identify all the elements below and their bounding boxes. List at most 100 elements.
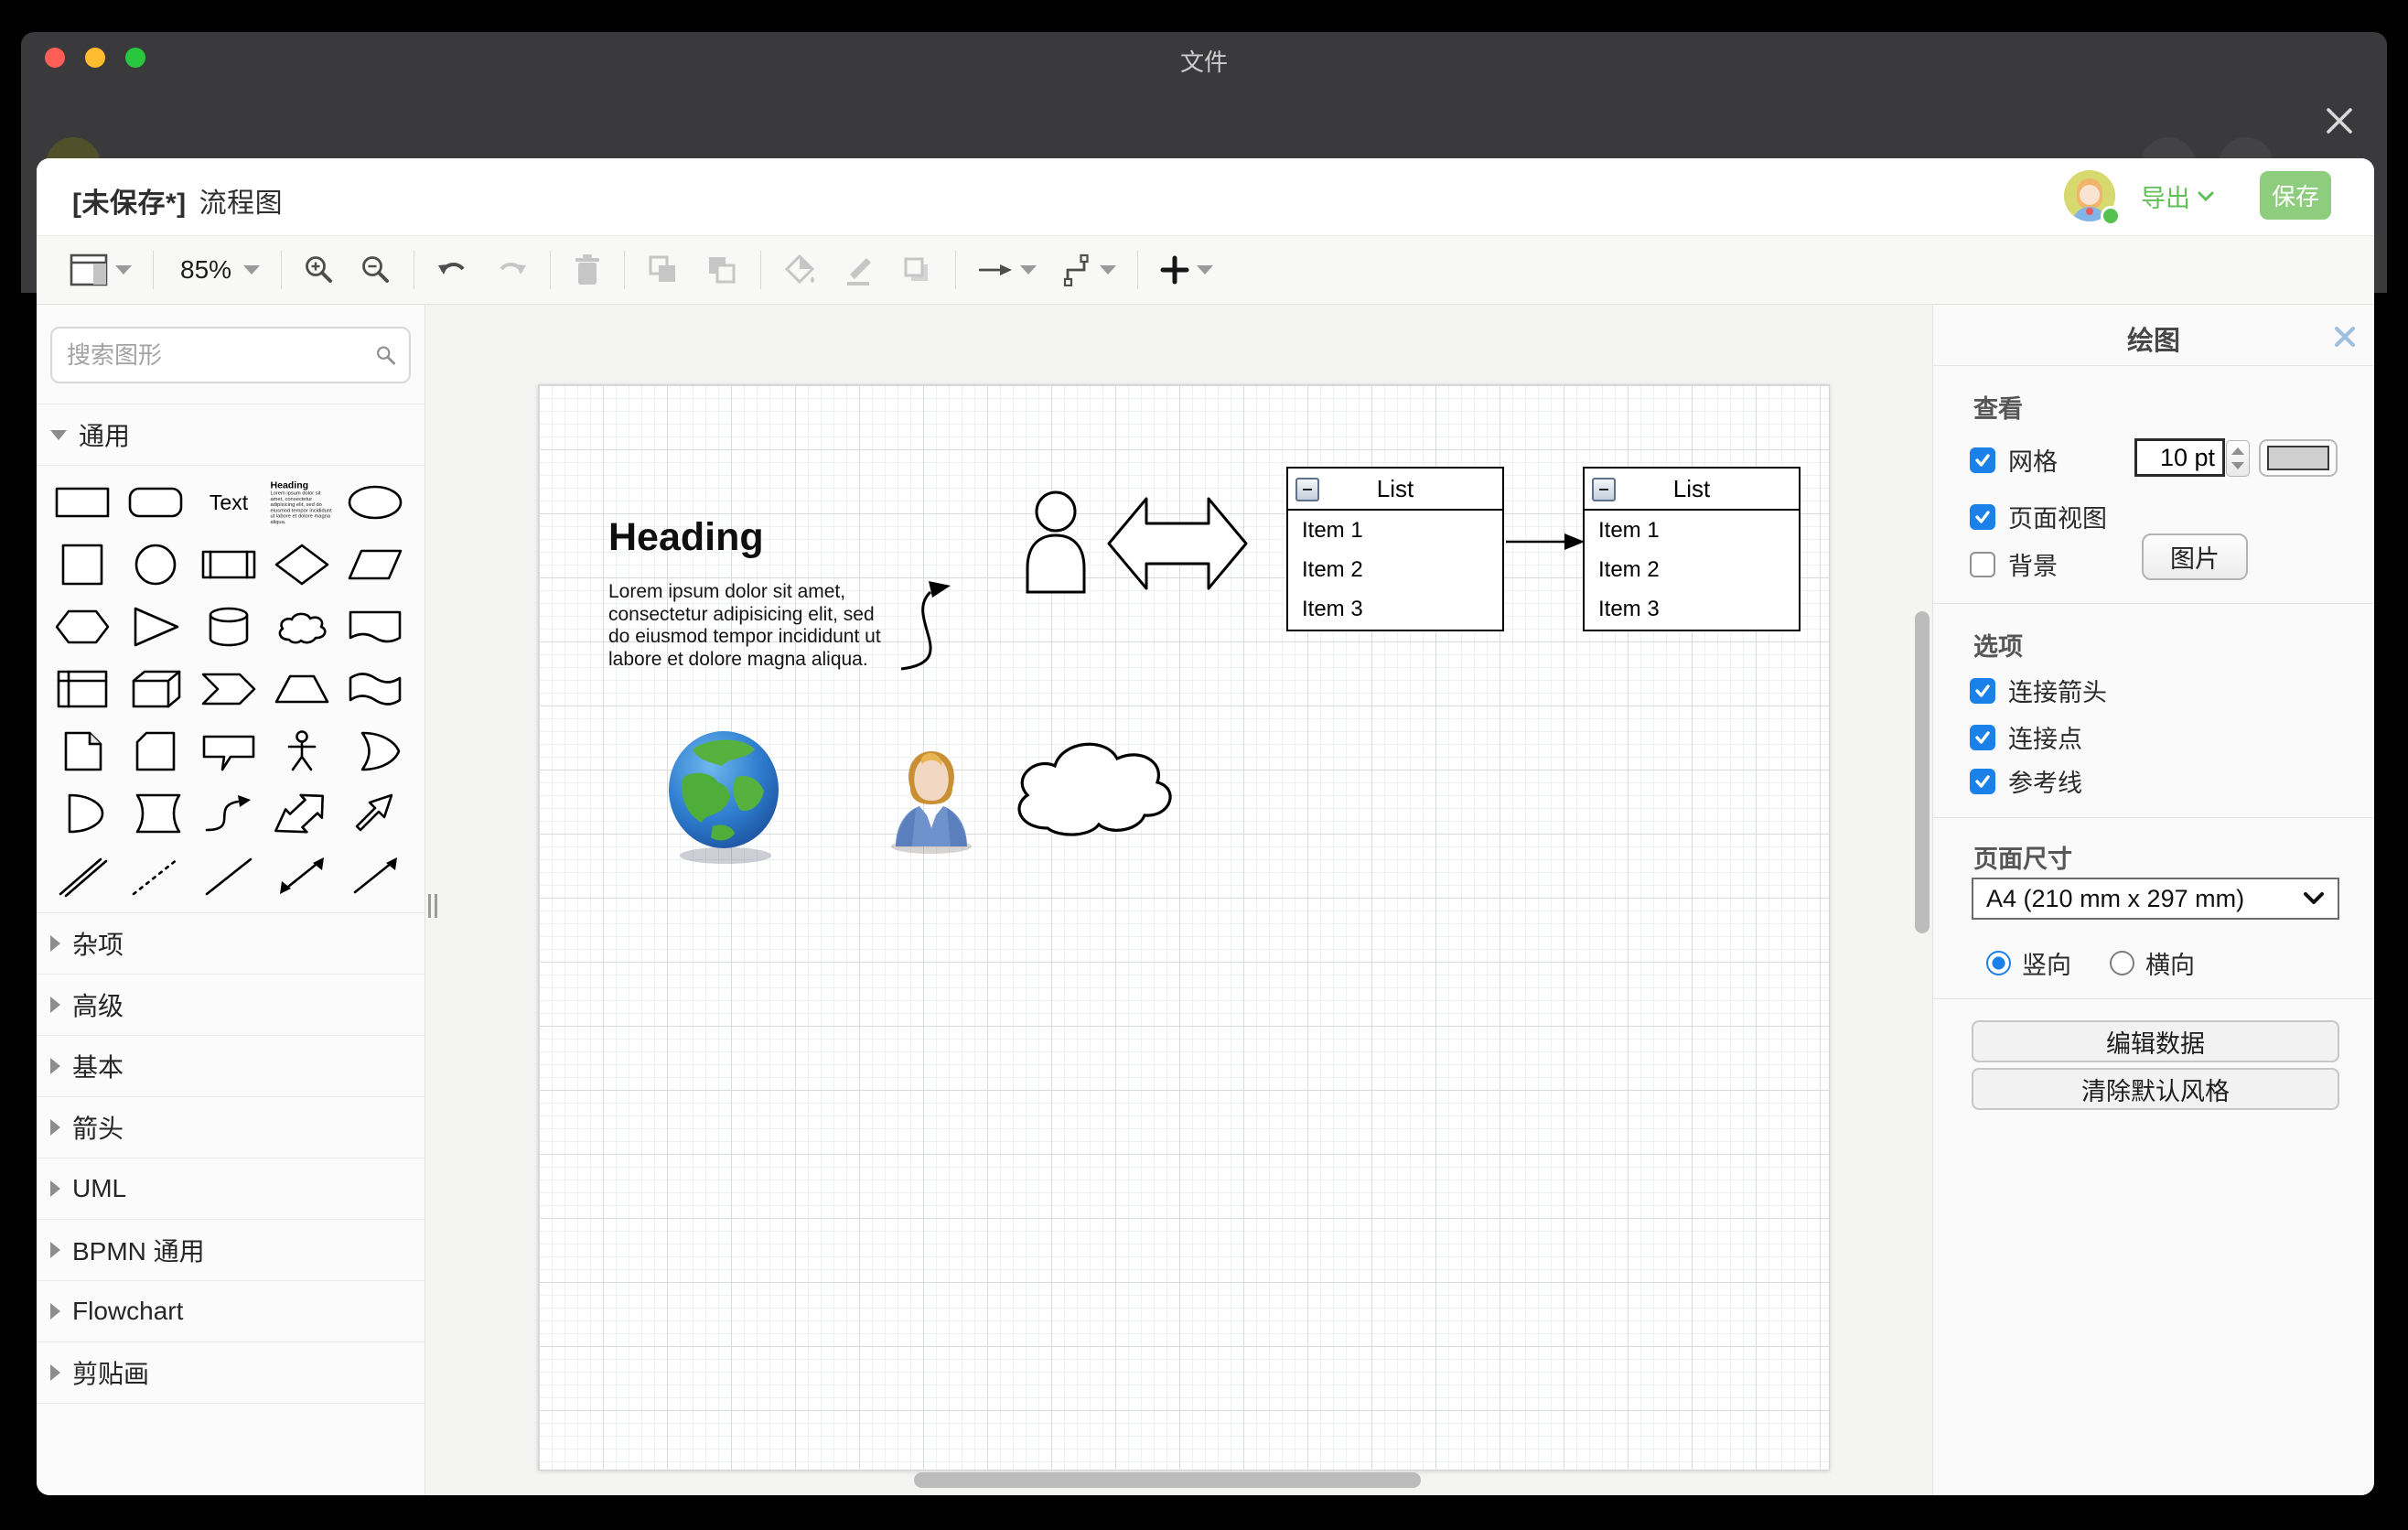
- shape-circle[interactable]: [119, 533, 192, 596]
- list-header[interactable]: List: [1288, 469, 1502, 511]
- sidebar-section-arrows[interactable]: 箭头: [37, 1097, 425, 1158]
- list-item[interactable]: Item 3: [1585, 590, 1799, 630]
- delete-button[interactable]: [560, 244, 615, 296]
- shadow-button[interactable]: [887, 244, 946, 296]
- list-item[interactable]: Item 1: [1585, 511, 1799, 550]
- sidebar-section-misc[interactable]: 杂项: [37, 912, 425, 975]
- canvas-paragraph-text[interactable]: Lorem ipsum dolor sit amet, consectetur …: [608, 581, 881, 671]
- edit-data-button[interactable]: 编辑数据: [1972, 1020, 2339, 1062]
- shape-ellipse[interactable]: [339, 471, 412, 533]
- shape-callout[interactable]: [192, 720, 265, 782]
- zoom-in-button[interactable]: [291, 244, 348, 296]
- shape-rectangle[interactable]: [46, 471, 119, 533]
- shape-text[interactable]: Text: [192, 471, 265, 533]
- sidebar-section-general[interactable]: 通用: [37, 404, 425, 466]
- horizontal-scrollbar[interactable]: [914, 1472, 1421, 1488]
- zoom-level-dropdown[interactable]: 85%: [163, 244, 272, 296]
- list-header[interactable]: List: [1585, 469, 1799, 511]
- to-front-button[interactable]: [634, 244, 693, 296]
- guides-row[interactable]: 参考线: [1970, 763, 2082, 799]
- checkbox-checked-icon[interactable]: [1970, 725, 1995, 750]
- actor-shape[interactable]: [1022, 488, 1090, 594]
- zoom-out-button[interactable]: [348, 244, 404, 296]
- shape-bidirectional-arrow[interactable]: [265, 782, 339, 845]
- sidebar-section-flowchart[interactable]: Flowchart: [37, 1281, 425, 1342]
- to-back-button[interactable]: [693, 244, 751, 296]
- list-item[interactable]: Item 2: [1288, 550, 1502, 589]
- save-button[interactable]: 保存: [2260, 171, 2331, 220]
- canvas-heading-text[interactable]: Heading: [608, 515, 764, 560]
- shape-diamond[interactable]: [265, 533, 339, 596]
- double-arrow-shape[interactable]: [1106, 486, 1249, 601]
- checkbox-checked-icon[interactable]: [1970, 678, 1995, 704]
- connection-points-row[interactable]: 连接点: [1970, 719, 2082, 755]
- search-input[interactable]: [65, 340, 375, 371]
- sidebar-splitter-handle[interactable]: [426, 890, 439, 921]
- grid-checkbox-row[interactable]: 网格: [1970, 442, 2058, 478]
- shape-card[interactable]: [119, 720, 192, 782]
- shape-and[interactable]: [46, 782, 119, 845]
- redo-button[interactable]: [482, 244, 541, 296]
- list-shape-1[interactable]: List Item 1 Item 2 Item 3: [1286, 467, 1504, 631]
- grid-color-button[interactable]: [2259, 439, 2338, 477]
- shape-cylinder[interactable]: [192, 596, 265, 658]
- shape-cube[interactable]: [119, 658, 192, 720]
- line-color-button[interactable]: [829, 244, 887, 296]
- shape-data-storage[interactable]: [119, 782, 192, 845]
- drawing-page[interactable]: Heading Lorem ipsum dolor sit amet, cons…: [538, 384, 1830, 1471]
- curve-connector[interactable]: [894, 559, 989, 674]
- list-item[interactable]: Item 2: [1585, 550, 1799, 589]
- shape-hexagon[interactable]: [46, 596, 119, 658]
- sidebar-section-clipart[interactable]: 剪贴画: [37, 1342, 425, 1404]
- shape-document[interactable]: [339, 596, 412, 658]
- shape-actor[interactable]: [265, 720, 339, 782]
- list-shape-2[interactable]: List Item 1 Item 2 Item 3: [1583, 467, 1801, 631]
- diagram-canvas[interactable]: Heading Lorem ipsum dolor sit amet, cons…: [425, 305, 1932, 1495]
- shape-or[interactable]: [339, 720, 412, 782]
- shape-curve[interactable]: [192, 782, 265, 845]
- sidebar-section-bpmn[interactable]: BPMN 通用: [37, 1220, 425, 1281]
- list-item[interactable]: Item 3: [1288, 590, 1502, 630]
- shape-rounded-rectangle[interactable]: [119, 471, 192, 533]
- shape-square[interactable]: [46, 533, 119, 596]
- earth-globe-clipart[interactable]: [665, 729, 784, 867]
- sidebar-section-advanced[interactable]: 高级: [37, 975, 425, 1036]
- checkbox-unchecked-icon[interactable]: [1970, 552, 1995, 577]
- shape-note[interactable]: [46, 720, 119, 782]
- cloud-shape[interactable]: [1004, 726, 1185, 843]
- page-size-select[interactable]: A4 (210 mm x 297 mm): [1972, 878, 2339, 920]
- clear-default-style-button[interactable]: 清除默认风格: [1972, 1068, 2339, 1110]
- shape-tape[interactable]: [339, 658, 412, 720]
- list-item[interactable]: Item 1: [1288, 511, 1502, 550]
- collapse-icon[interactable]: [1592, 478, 1616, 501]
- search-box[interactable]: [50, 327, 411, 383]
- close-icon[interactable]: [2324, 105, 2355, 136]
- shape-parallelogram[interactable]: [339, 533, 412, 596]
- page-view-checkbox-row[interactable]: 页面视图: [1970, 499, 2107, 534]
- shape-dashed-line[interactable]: [119, 845, 192, 907]
- connector-style-dropdown[interactable]: [1048, 244, 1128, 296]
- shape-textbox[interactable]: Heading Lorem ipsum dolor sit amet, cons…: [265, 471, 339, 533]
- sidebar-section-basic[interactable]: 基本: [37, 1036, 425, 1097]
- shape-line[interactable]: [192, 845, 265, 907]
- shape-internal-storage[interactable]: [46, 658, 119, 720]
- grid-size-stepper[interactable]: [2226, 440, 2250, 477]
- background-checkbox-row[interactable]: 背景: [1970, 546, 2058, 582]
- insert-dropdown[interactable]: [1147, 244, 1225, 296]
- shape-trapezoid[interactable]: [265, 658, 339, 720]
- background-image-button[interactable]: 图片: [2142, 533, 2248, 580]
- shape-process[interactable]: [192, 533, 265, 596]
- grid-size-input[interactable]: [2134, 438, 2225, 477]
- portrait-label[interactable]: 竖向: [2022, 945, 2071, 981]
- checkbox-checked-icon[interactable]: [1970, 504, 1995, 530]
- portrait-radio[interactable]: [1986, 951, 2011, 975]
- connector-arrow[interactable]: [1504, 525, 1586, 558]
- checkbox-checked-icon[interactable]: [1970, 769, 1995, 794]
- shape-directional-connector[interactable]: [339, 845, 412, 907]
- sidebar-section-uml[interactable]: UML: [37, 1158, 425, 1220]
- shape-cloud[interactable]: [265, 596, 339, 658]
- export-button[interactable]: 导出: [2141, 178, 2214, 214]
- checkbox-checked-icon[interactable]: [1970, 447, 1995, 473]
- shape-step[interactable]: [192, 658, 265, 720]
- landscape-label[interactable]: 横向: [2145, 945, 2195, 981]
